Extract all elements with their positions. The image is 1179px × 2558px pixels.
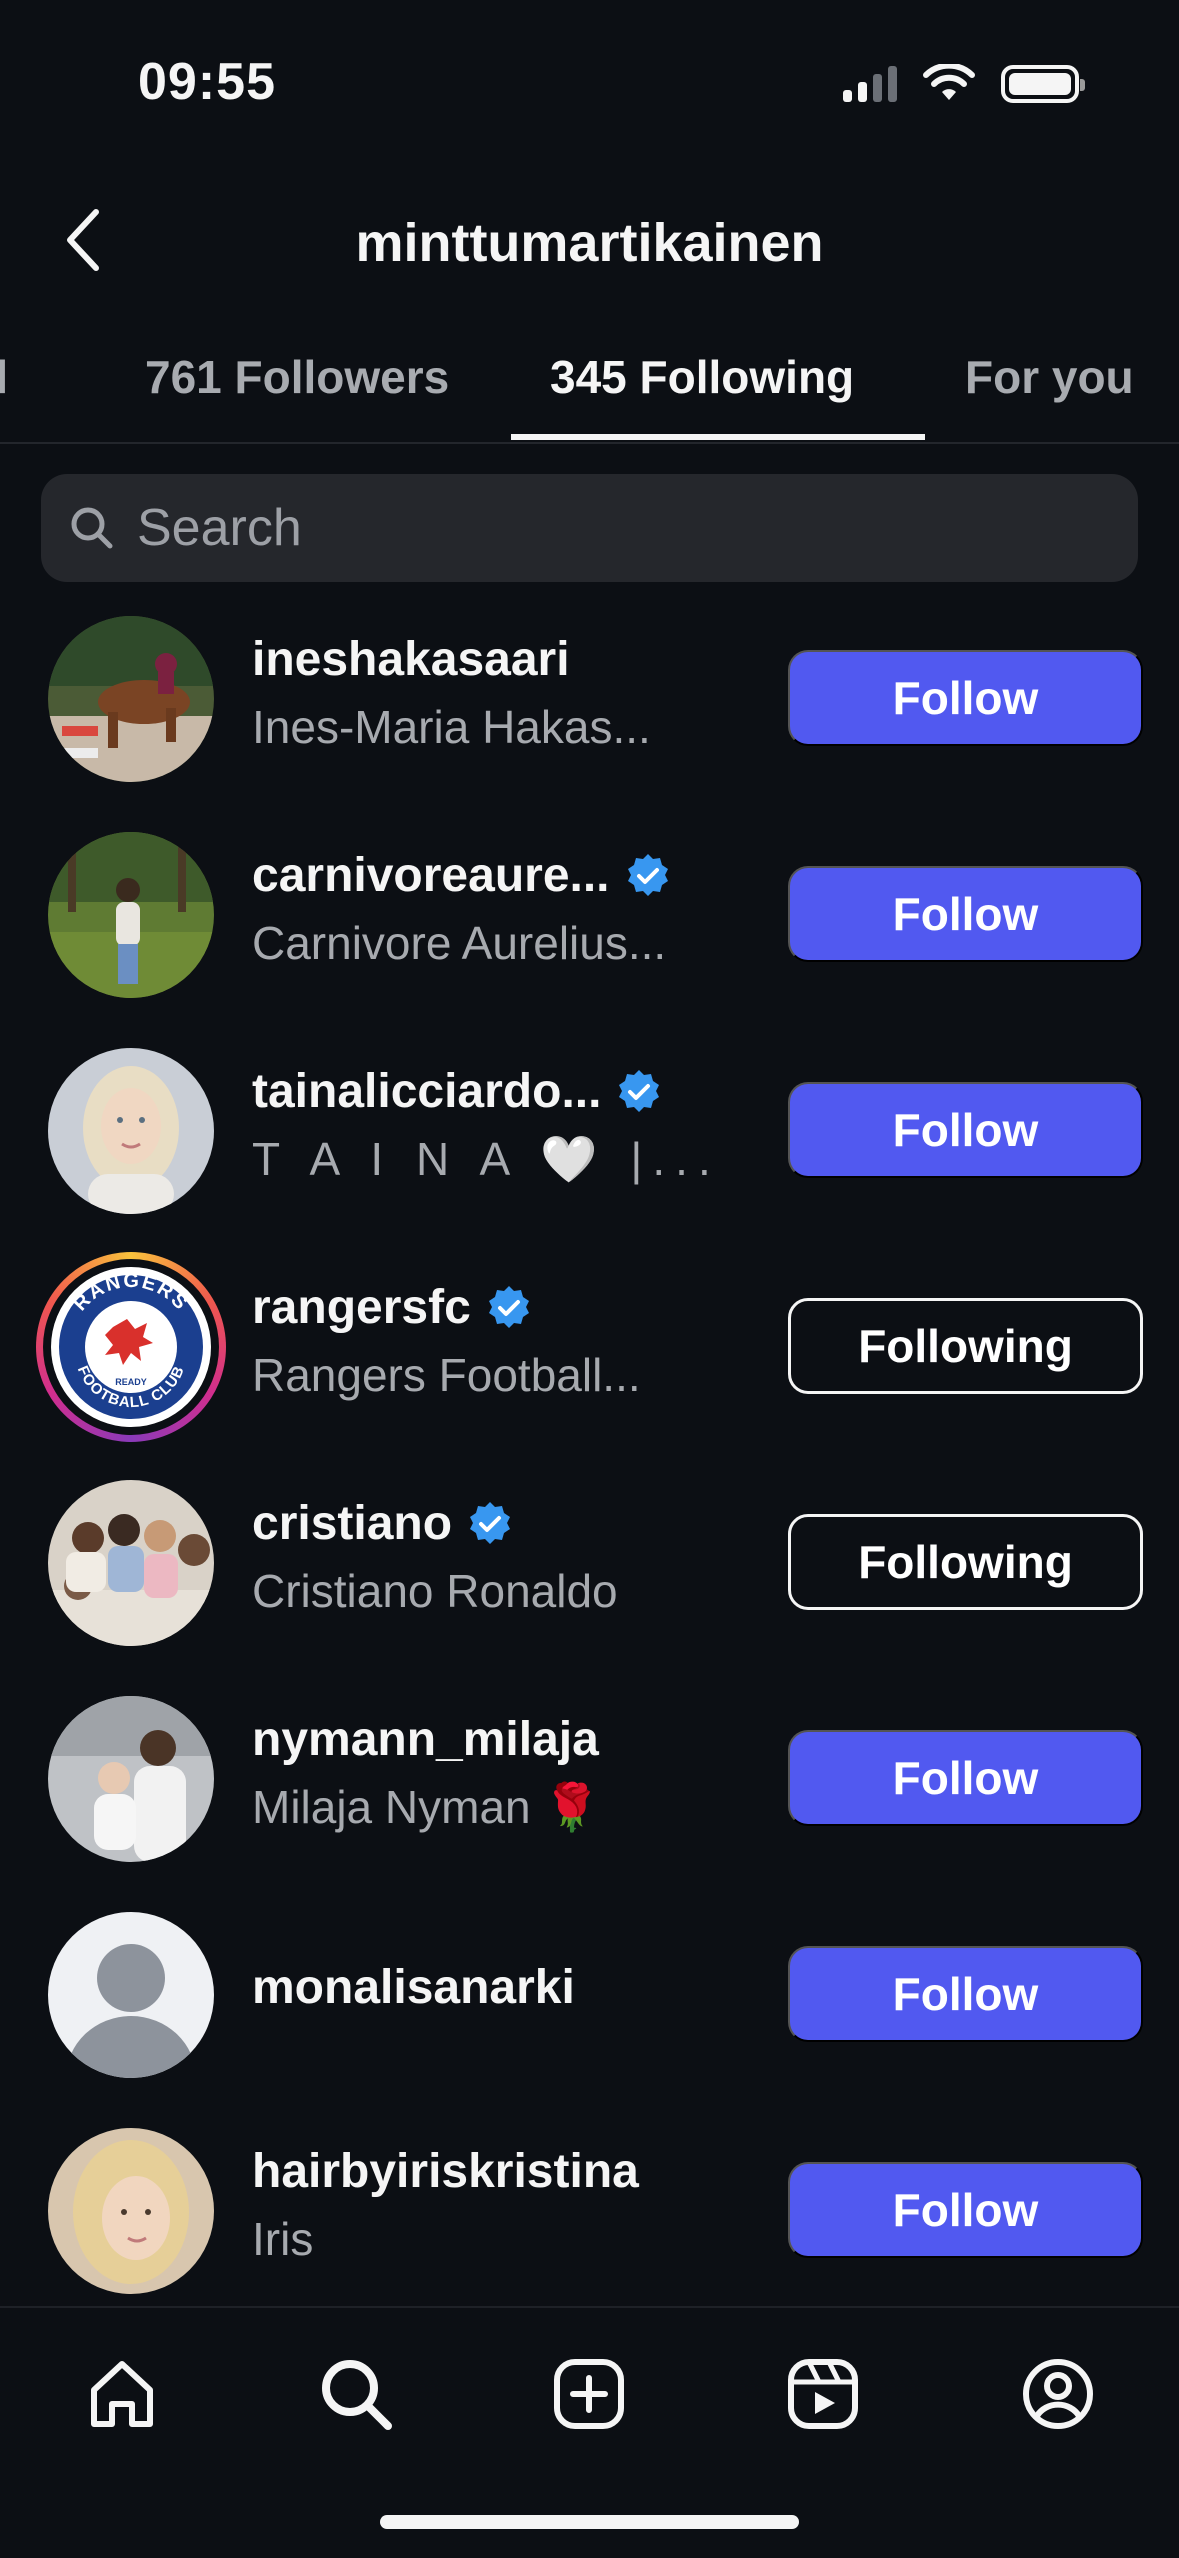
full-name: Rangers Football...: [252, 1349, 641, 1401]
nav-reels[interactable]: [781, 2352, 865, 2436]
list-item[interactable]: ineshakasaari Ines-Maria Hakas... Follow: [0, 610, 1179, 826]
default-avatar[interactable]: [48, 1912, 214, 2078]
nav-profile[interactable]: [1016, 2352, 1100, 2436]
full-name: Milaja Nyman 🌹: [252, 1781, 601, 1833]
header: minttumartikainen: [0, 180, 1179, 300]
follow-button[interactable]: Follow: [788, 650, 1143, 746]
nav-create[interactable]: [547, 2352, 631, 2436]
active-tab-indicator: [511, 434, 925, 440]
username[interactable]: tainalicciardo...: [252, 1064, 601, 1119]
verified-badge-icon: [619, 1069, 660, 1112]
search-input[interactable]: [135, 497, 1039, 559]
following-button[interactable]: Following: [788, 1298, 1143, 1394]
verified-badge-icon: [470, 1501, 511, 1544]
list-item[interactable]: cristiano Cristiano Ronaldo Following: [0, 1474, 1179, 1690]
avatar[interactable]: [48, 832, 214, 998]
list-item[interactable]: RANGERS FOOTBALL CLUB READY rangersfc Ra…: [0, 1252, 1179, 1474]
full-name: Carnivore Aurelius...: [252, 917, 667, 969]
avatar-story-ring[interactable]: RANGERS FOOTBALL CLUB READY: [36, 1252, 226, 1442]
profile-icon: [1023, 2359, 1093, 2429]
search-bar[interactable]: [41, 474, 1138, 582]
username[interactable]: carnivoreaure...: [252, 848, 610, 903]
search-icon: [322, 2360, 392, 2430]
avatar[interactable]: [48, 1480, 214, 1646]
username-line: monalisanarki: [252, 1960, 575, 2015]
follow-button[interactable]: Follow: [788, 2162, 1143, 2258]
full-name: T A I N A 🤍 |...: [252, 1133, 721, 1185]
tab-mutual[interactable]: Mutual: [0, 350, 8, 404]
full-name: Iris: [252, 2213, 314, 2265]
create-icon: [554, 2359, 624, 2429]
cellular-signal-icon: [843, 66, 897, 102]
verified-badge-icon: [488, 1285, 529, 1328]
verified-badge-icon: [627, 853, 668, 896]
status-time: 09:55: [138, 53, 276, 111]
username-line: tainalicciardo...: [252, 1064, 663, 1119]
page-title: minttumartikainen: [355, 213, 824, 273]
list-item[interactable]: monalisanarki Follow: [0, 1906, 1179, 2122]
tab-for-you[interactable]: For you: [965, 350, 1134, 404]
reels-icon: [788, 2359, 858, 2429]
avatar[interactable]: [48, 2128, 214, 2294]
full-name: Ines-Maria Hakas...: [252, 701, 651, 753]
username-line: cristiano: [252, 1496, 514, 1551]
home-icon: [91, 2361, 153, 2427]
avatar[interactable]: [48, 616, 214, 782]
home-indicator[interactable]: [380, 2515, 799, 2529]
nav-home[interactable]: [80, 2352, 164, 2436]
wifi-icon: [923, 64, 975, 100]
tab-followers[interactable]: 761 Followers: [145, 350, 449, 404]
rangers-logo-ready-text: READY: [115, 1377, 147, 1387]
follow-button[interactable]: Follow: [788, 1730, 1143, 1826]
username-line: nymann_milaja: [252, 1712, 599, 1767]
username[interactable]: ineshakasaari: [252, 632, 570, 687]
tab-following[interactable]: 345 Following: [550, 350, 854, 404]
battery-icon: [1001, 65, 1085, 103]
full-name: Cristiano Ronaldo: [252, 1565, 618, 1617]
list-item[interactable]: tainalicciardo... T A I N A 🤍 |... Follo…: [0, 1042, 1179, 1258]
username[interactable]: cristiano: [252, 1496, 452, 1551]
avatar[interactable]: [48, 1696, 214, 1862]
tab-strip: Mutual 761 Followers 345 Following For y…: [0, 330, 1179, 444]
list-item[interactable]: nymann_milaja Milaja Nyman 🌹 Follow: [0, 1690, 1179, 1906]
username-line: carnivoreaure...: [252, 848, 672, 903]
username[interactable]: rangersfc: [252, 1280, 471, 1335]
username-line: ineshakasaari: [252, 632, 570, 687]
status-icons: [843, 64, 1085, 104]
follow-button[interactable]: Follow: [788, 1946, 1143, 2042]
nav-search[interactable]: [314, 2352, 398, 2436]
username[interactable]: monalisanarki: [252, 1960, 575, 2015]
username[interactable]: nymann_milaja: [252, 1712, 599, 1767]
following-button[interactable]: Following: [788, 1514, 1143, 1610]
follow-button[interactable]: Follow: [788, 866, 1143, 962]
status-bar: 09:55: [0, 0, 1179, 150]
username-line: hairbyiriskristina: [252, 2144, 639, 2199]
search-icon: [67, 503, 117, 553]
username-line: rangersfc: [252, 1280, 533, 1335]
rangers-logo: RANGERS FOOTBALL CLUB READY: [51, 1267, 211, 1427]
follow-button[interactable]: Follow: [788, 1082, 1143, 1178]
list-item[interactable]: carnivoreaure... Carnivore Aurelius... F…: [0, 826, 1179, 1042]
username[interactable]: hairbyiriskristina: [252, 2144, 639, 2199]
avatar[interactable]: [48, 1048, 214, 1214]
